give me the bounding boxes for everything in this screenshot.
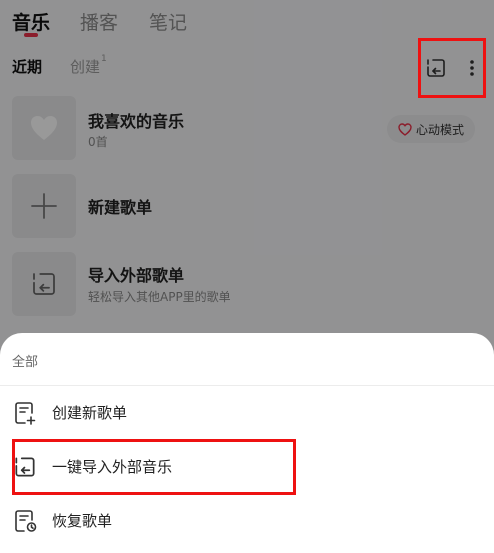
- sheet-item-label: 创建新歌单: [52, 404, 128, 422]
- create-playlist-icon: [12, 400, 38, 426]
- sheet-item-restore-playlist[interactable]: 恢复歌单: [0, 494, 494, 548]
- action-sheet: 全部 创建新歌单 一键导入外部音乐 恢复歌单: [0, 333, 494, 553]
- annotation-box-bottom: [12, 439, 296, 495]
- sheet-item-label: 恢复歌单: [52, 512, 113, 530]
- restore-playlist-icon: [12, 508, 38, 534]
- sheet-item-create-playlist[interactable]: 创建新歌单: [0, 386, 494, 440]
- sheet-header: 全部: [12, 355, 39, 370]
- annotation-box-top: [418, 38, 486, 98]
